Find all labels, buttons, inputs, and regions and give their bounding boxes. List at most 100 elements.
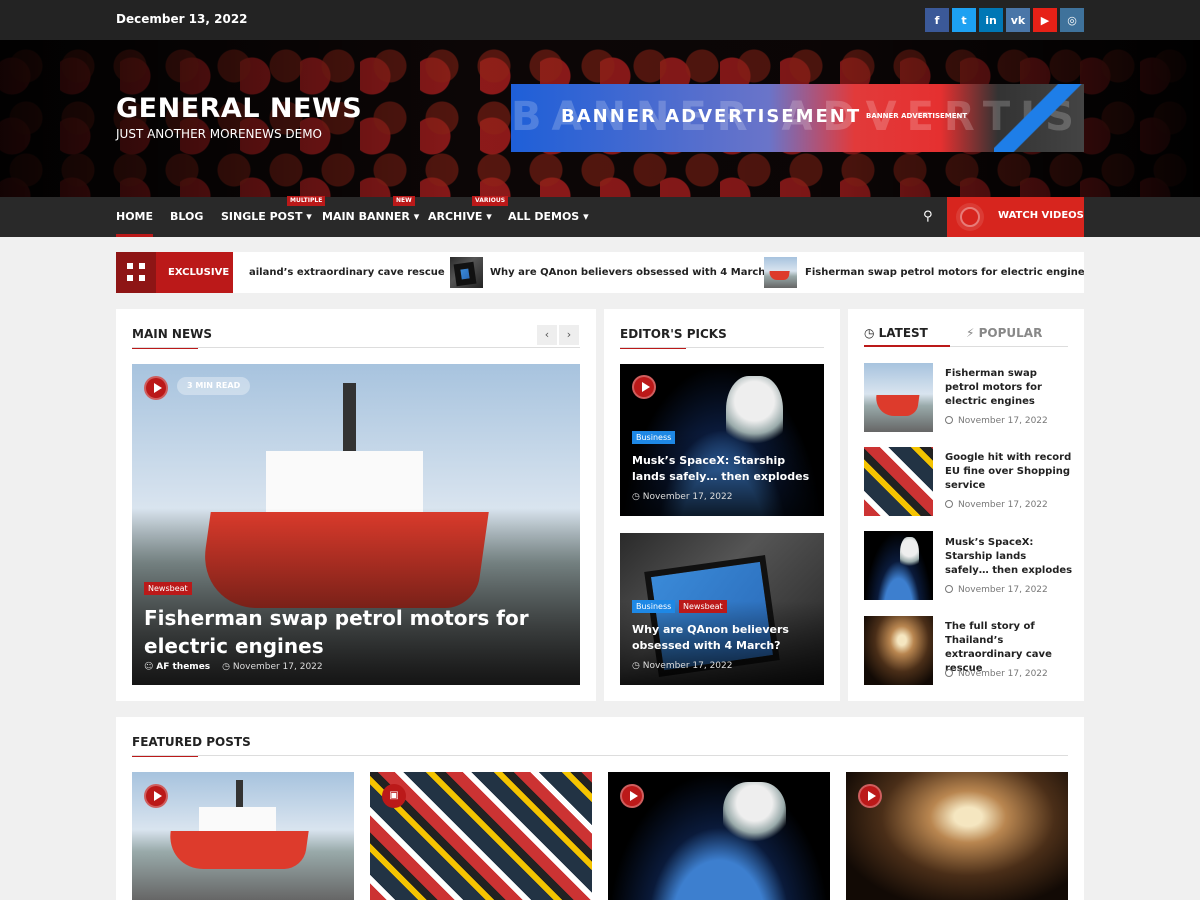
ship-hull [873,394,920,416]
ship-hull [768,271,791,281]
sidebar-thumbnail[interactable] [864,616,933,685]
read-time-badge: 3 MIN READ [177,377,251,395]
editors-picks-title: EDITOR'S PICKS [620,327,727,349]
section-divider [620,347,824,348]
ticker-thumbnail[interactable] [764,257,797,288]
watch-videos-button[interactable]: WATCH VIDEOS [947,197,1084,237]
tab-latest[interactable]: ◷ LATEST [864,326,928,340]
nav-archive-label: ARCHIVE [428,210,483,223]
editors-pick-headline[interactable]: Why are QAnon believers obsessed with 4 … [632,622,812,654]
ticker-thumbnail[interactable] [450,257,483,288]
nav-single-post-label: SINGLE POST [221,210,303,223]
vk-icon[interactable]: vk [1006,8,1030,32]
tab-latest-label: LATEST [878,326,928,340]
post-date: November 17, 2022 [958,500,1048,510]
main-news-headline[interactable]: Fisherman swap petrol motors for electri… [144,604,564,660]
main-news-title: MAIN NEWS [132,327,213,349]
clock-icon [945,585,953,593]
ticker-item[interactable]: Fisherman swap petrol motors for electri… [805,252,1084,293]
post-date: November 17, 2022 [958,585,1048,595]
sidebar-post-title[interactable]: The full story of Thailand’s extraordina… [945,620,1073,676]
post-meta: ◷ November 17, 2022 [632,492,732,502]
tab-popular-label: POPULAR [978,326,1043,340]
clock-icon: ◷ [222,662,233,672]
twitter-icon[interactable]: t [952,8,976,32]
section-divider [132,755,1068,756]
social-links: f t in vk ▶ ◎ [925,8,1084,32]
clock-icon: ◷ [864,326,879,340]
youtube-icon[interactable]: ▶ [1033,8,1057,32]
clock-icon: ◷ [632,492,643,502]
astronaut-graphic [899,536,920,575]
facebook-icon[interactable]: f [925,8,949,32]
nav-all-demos-label: ALL DEMOS [508,210,580,223]
active-tab-underline [864,345,950,347]
gallery-icon[interactable]: ▣ [382,784,406,808]
post-meta: ◷ November 17, 2022 [632,661,732,671]
nav-main-banner-label: MAIN BANNER [322,210,410,223]
tablet-screen [453,261,477,287]
sidebar-post-title[interactable]: Musk’s SpaceX: Starship lands safely… th… [945,536,1073,578]
tag-various: VARIOUS [472,196,509,206]
slider-prev-button[interactable]: ‹ [537,325,557,345]
play-icon[interactable] [144,376,168,400]
ship-hull [164,830,308,870]
site-tagline: JUST ANOTHER MORENEWS DEMO [116,127,322,141]
banner-small-text: BANNER ADVERTISEMENT [866,112,968,120]
post-meta: November 17, 2022 [945,585,1048,595]
exclusive-ticker: EXCLUSIVE ailand’s extraordinary cave re… [116,252,1084,293]
watch-videos-label: WATCH VIDEOS [998,210,1084,221]
banner-main-text: BANNER ADVERTISEMENT [561,106,862,127]
play-icon[interactable] [144,784,168,808]
play-icon[interactable] [620,784,644,808]
chevron-down-icon: ▾ [486,210,492,223]
linkedin-icon[interactable]: in [979,8,1003,32]
site-title[interactable]: GENERAL NEWS [116,93,362,124]
post-date: November 17, 2022 [958,669,1048,679]
category-badge[interactable]: Business [632,431,676,444]
sidebar-post-title[interactable]: Fisherman swap petrol motors for electri… [945,367,1073,409]
sidebar-post-title[interactable]: Google hit with record EU fine over Shop… [945,451,1073,493]
slider-next-button[interactable]: › [559,325,579,345]
banner-advertisement[interactable]: BANNER ADVERTISEME BANNER ADVERTISEMENT … [511,84,1084,152]
author-name[interactable]: AF themes [156,662,210,672]
chevron-down-icon: ▾ [583,210,589,223]
lightning-icon: ⚡ [966,326,979,340]
category-badge[interactable]: Newsbeat [679,600,727,613]
ticker-item[interactable]: ailand’s extraordinary cave rescue [249,252,445,293]
tag-multiple: MULTIPLE [287,196,326,206]
post-meta: ☺ AF themes ◷ November 17, 2022 [144,662,323,672]
post-date: November 17, 2022 [232,662,323,672]
section-divider [132,347,580,348]
instagram-icon[interactable]: ◎ [1060,8,1084,32]
sidebar-thumbnail[interactable] [864,531,933,600]
nav-blog[interactable]: BLOG [170,197,203,237]
astronaut-graphic [723,782,786,853]
category-badge[interactable]: Business [632,600,676,613]
chevron-down-icon: ▾ [413,210,420,223]
sidebar-thumbnail[interactable] [864,447,933,516]
grid-icon [116,252,156,293]
clock-icon [945,416,953,424]
tab-popular[interactable]: ⚡ POPULAR [966,326,1042,340]
post-meta: November 17, 2022 [945,416,1048,426]
post-date: November 17, 2022 [642,661,733,671]
video-ring-icon [960,207,980,227]
banner-chevron-graphic [994,84,1084,152]
tag-new: NEW [393,196,415,206]
nav-all-demos[interactable]: ALL DEMOS ▾ [508,197,589,237]
post-date: November 17, 2022 [958,416,1048,426]
category-badge[interactable]: Newsbeat [144,582,192,595]
top-bar: December 13, 2022 f t in vk ▶ ◎ [0,0,1200,40]
sidebar-thumbnail[interactable] [864,363,933,432]
nav-home[interactable]: HOME [116,197,154,237]
ticker-item[interactable]: Why are QAnon believers obsessed with 4 … [490,252,771,293]
play-icon[interactable] [632,375,656,399]
clock-icon: ◷ [632,661,643,671]
post-date: November 17, 2022 [642,492,733,502]
editors-pick-headline[interactable]: Musk’s SpaceX: Starship lands safely… th… [632,453,812,485]
chevron-down-icon: ▾ [306,210,312,223]
search-icon[interactable]: ⚲ [923,209,933,224]
play-icon[interactable] [858,784,882,808]
exclusive-label: EXCLUSIVE [156,252,233,293]
